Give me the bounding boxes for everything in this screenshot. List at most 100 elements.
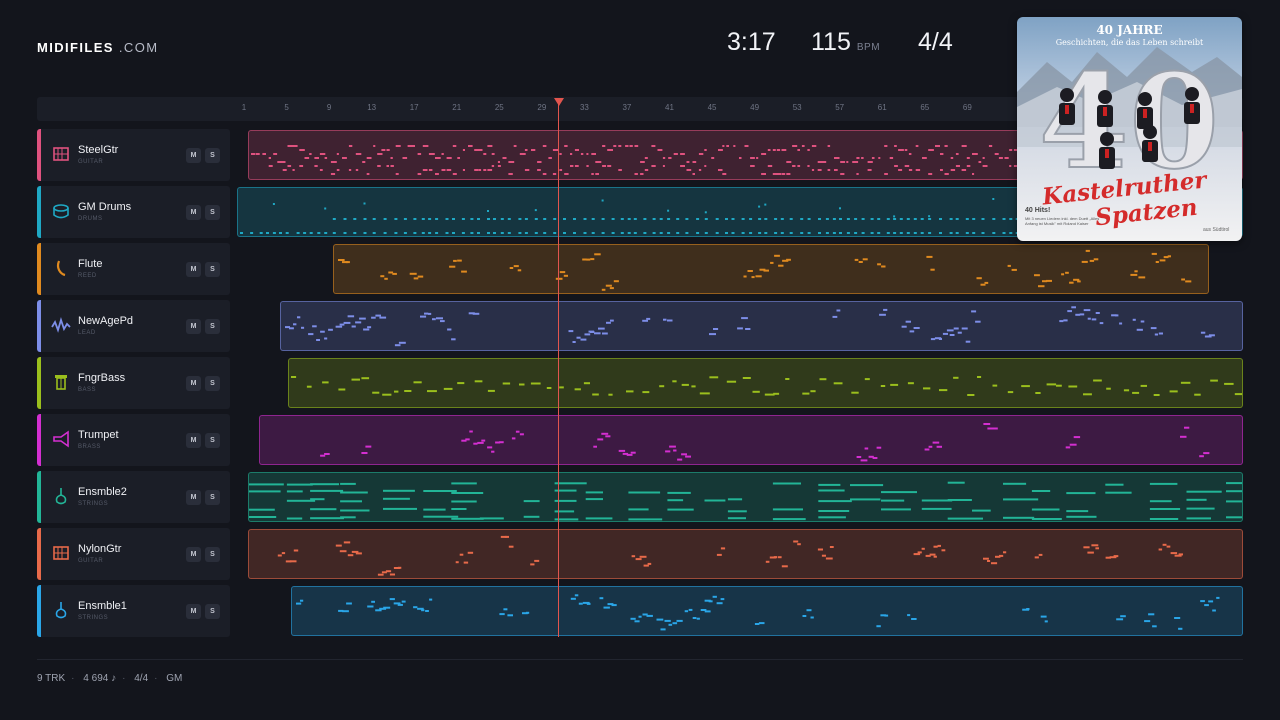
clip-notes [285,306,1215,347]
guitar-icon [51,543,71,563]
ruler-tick: 69 [962,103,972,112]
track-name: Ensmble1 [78,600,127,612]
ruler-tick: 25 [494,103,504,112]
track-header[interactable]: Flute REED M S [37,243,230,295]
solo-button[interactable]: S [205,604,220,619]
clip-notes [291,376,1242,396]
drum-icon [51,201,71,221]
footer-standard: GM [166,673,183,684]
ruler-tick: 61 [877,103,887,112]
track-clip[interactable] [259,415,1243,465]
track-name: Trumpet [78,429,119,441]
track-header[interactable]: Ensmble1 STRINGS M S [37,585,230,637]
ruler-tick: 57 [835,103,845,112]
track-category: STRINGS [78,501,109,507]
track-category: STRINGS [78,615,109,621]
solo-button[interactable]: S [205,319,220,334]
footer-tracks: 9 TRK [37,673,66,684]
track-category: REED [78,273,97,279]
solo-button[interactable]: S [205,433,220,448]
track-color-bar [37,129,41,181]
trumpet-icon [51,429,71,449]
track-color-bar [37,300,41,352]
track-category: DRUMS [78,216,103,222]
track-name: NewAgePd [78,315,134,327]
violin-icon [51,600,71,620]
solo-button[interactable]: S [205,376,220,391]
mute-button[interactable]: M [186,433,201,448]
mute-button[interactable]: M [186,490,201,505]
track-clip[interactable] [248,529,1243,579]
solo-button[interactable]: S [205,547,220,562]
track-name: Flute [78,258,103,270]
solo-button[interactable]: S [205,148,220,163]
track-header[interactable]: SteelGtr GUITAR M S [37,129,230,181]
track-header[interactable]: NewAgePd LEAD M S [37,300,230,352]
playhead[interactable] [558,99,559,637]
mute-button[interactable]: M [186,547,201,562]
footer-stats: 9 TRK · 4 694 ♪ · 4/4 · GM [37,673,183,684]
ruler-tick: 37 [622,103,632,112]
track-color-bar [37,414,41,466]
guitar-icon [51,144,71,164]
track-name: GM Drums [78,201,132,213]
track-header[interactable]: Ensmble2 STRINGS M S [37,471,230,523]
album-cover: 40 40 JAHRE Geschichten, die das Leben s… [1017,17,1242,241]
track-clip[interactable] [288,358,1243,408]
album-origin: aus Südtirol [1203,227,1230,233]
track-header[interactable]: NylonGtr GUITAR M S [37,528,230,580]
solo-button[interactable]: S [205,205,220,220]
ruler-tick: 45 [707,103,717,112]
ruler-tick: 21 [452,103,462,112]
signature-display: 4/4 [918,28,953,57]
mute-button[interactable]: M [186,376,201,391]
clip-notes [249,481,1242,521]
track-category: LEAD [78,330,96,336]
track-clip[interactable] [280,301,1243,351]
album-title: 40 JAHRE [1096,23,1163,37]
track-color-bar [37,243,41,295]
brand-suffix: .COM [118,40,159,55]
track-color-bar [37,471,41,523]
track-color-bar [37,357,41,409]
album-details: Mit 3 neuen Liedern inkl. dem Duett „All… [1025,216,1100,226]
solo-button[interactable]: S [205,262,220,277]
mute-button[interactable]: M [186,319,201,334]
mute-button[interactable]: M [186,148,201,163]
tempo-value: 115 [811,28,851,56]
mute-button[interactable]: M [186,604,201,619]
track-clip[interactable] [291,586,1243,636]
mute-button[interactable]: M [186,205,201,220]
brand: MIDIFILES .COM [37,40,158,55]
wave-icon [51,315,71,335]
track-clip[interactable] [333,244,1209,294]
track-color-bar [37,585,41,637]
track-header[interactable]: GM Drums DRUMS M S [37,186,230,238]
track-name: NylonGtr [78,543,122,555]
track-header[interactable]: FngrBass BASS M S [37,357,230,409]
ruler-tick: 33 [579,103,589,112]
clip-notes [277,535,1183,576]
track-color-bar [37,528,41,580]
bass-icon [51,372,71,392]
ruler-tick: 41 [665,103,674,112]
signature-value: 4/4 [918,28,953,56]
tempo-unit: BPM [856,42,881,53]
footer-notes: 4 694 ♪ [83,673,117,684]
playhead-handle[interactable] [554,98,564,106]
track-category: BASS [78,387,97,393]
solo-button[interactable]: S [205,490,220,505]
ruler-tick: 29 [537,103,547,112]
ruler-tick: 1 [241,103,247,112]
track-clip[interactable] [248,472,1243,522]
track-color-bar [37,186,41,238]
track-name: Ensmble2 [78,486,127,498]
ruler-tick: 9 [326,103,332,112]
track-header[interactable]: Trumpet BRASS M S [37,414,230,466]
ruler-tick: 53 [792,103,802,112]
track-name: SteelGtr [78,144,119,156]
tempo-display: 115 BPM [811,28,880,57]
track-category: GUITAR [78,159,104,165]
clip-notes [338,249,1192,291]
mute-button[interactable]: M [186,262,201,277]
